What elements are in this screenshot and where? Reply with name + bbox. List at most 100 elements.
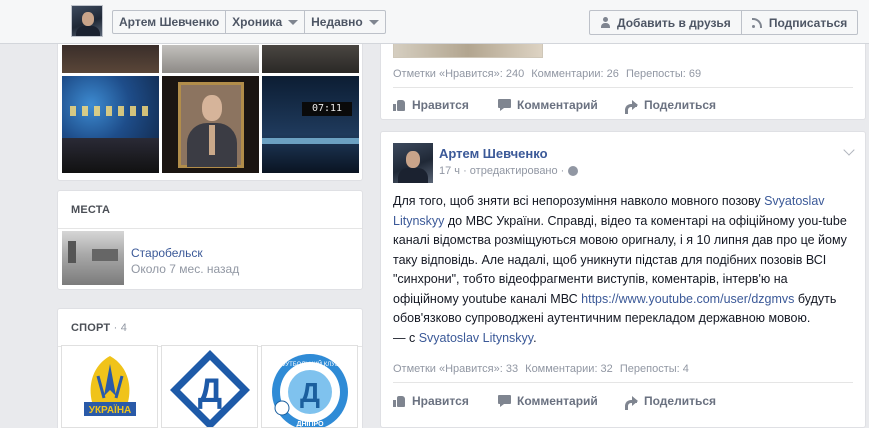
add-friend-label: Добавить в друзья (617, 15, 731, 30)
departure-board: 07:11 (302, 102, 352, 116)
club-ring-text: ФУТБОЛЬНИЙ КЛУБ (281, 360, 339, 368)
like-label: Нравится (412, 98, 469, 112)
profile-avatar[interactable] (71, 5, 103, 37)
comment-button[interactable]: Комментарий (498, 98, 625, 112)
likes-count-link[interactable]: Отметки «Нравится»: 33 (393, 363, 518, 375)
building-shape (68, 241, 76, 263)
portrait-frame (178, 82, 244, 168)
avatar-face (82, 12, 94, 26)
sport-heading: СПОРТ · 4 (58, 309, 362, 347)
avatar-suit (398, 168, 428, 183)
timeline-label: Хроника (232, 15, 283, 29)
comment-icon (498, 99, 511, 111)
dynamo-letter: Д (198, 372, 222, 410)
portrait-tie (209, 125, 215, 155)
globe-icon (568, 166, 579, 176)
comments-count-link[interactable]: Комментарии: 32 (525, 363, 613, 375)
sport-title: СПОРТ (71, 322, 111, 334)
share-button[interactable]: Поделиться (625, 394, 717, 410)
likes-count-link[interactable]: Отметки «Нравится»: 240 (393, 68, 524, 80)
sport-logo-dynamo[interactable]: Д (161, 345, 258, 428)
portrait-head (202, 95, 222, 121)
photo-thumbnail-portrait[interactable] (162, 76, 259, 173)
post-text: Для того, щоб зняти всі непорозуміння на… (393, 192, 853, 348)
place-time: Около 7 мес. назад (131, 262, 240, 276)
post-stats: Отметки «Нравится»: 240 Комментарии: 26 … (393, 68, 705, 80)
post-text-part: Для того, щоб зняти всі непорозуміння на… (393, 194, 765, 208)
shares-count-link[interactable]: Перепосты: 69 (626, 68, 701, 80)
ukraina-text: УКРАЇНА (89, 403, 132, 416)
rss-icon (751, 17, 763, 28)
shares-count-link[interactable]: Перепосты: 4 (620, 363, 689, 375)
like-button[interactable]: Нравится (393, 98, 498, 112)
post-timestamp[interactable]: 17 ч · отредактировано · (439, 165, 564, 177)
avatar-suit (76, 26, 100, 36)
profile-sticky-header: Артем Шевченко Хроника Недавно Добавить … (0, 0, 869, 44)
author-name-link[interactable]: Артем Шевченко (439, 146, 548, 161)
profile-name: Артем Шевченко (119, 15, 220, 29)
road (62, 138, 159, 173)
recent-dropdown[interactable]: Недавно (305, 11, 385, 33)
avatar-face (406, 151, 420, 168)
platform-stripe (262, 138, 359, 144)
chevron-down-icon (368, 19, 379, 25)
youtube-link[interactable]: https://www.youtube.com/user/dzgmvs (581, 292, 794, 306)
comment-button[interactable]: Комментарий (498, 394, 625, 408)
sport-logo-dnipro[interactable]: ФУТБОЛЬНИЙ КЛУБ Д ДНІПРО (261, 345, 358, 428)
like-button[interactable]: Нравится (393, 394, 498, 408)
profile-actions: Добавить в друзья Подписаться (589, 10, 859, 35)
places-card: МЕСТА Старобельск Около 7 мес. назад (57, 190, 363, 290)
divider (393, 382, 853, 383)
recent-label: Недавно (311, 15, 363, 29)
subscribe-label: Подписаться (768, 15, 848, 30)
like-label: Нравится (412, 394, 469, 408)
dnipro-football-club-icon: ФУТБОЛЬНИЙ КЛУБ Д ДНІПРО (272, 354, 348, 428)
comment-label: Комментарий (517, 98, 598, 112)
post-card: Артем Шевченко 17 ч · отредактировано · … (380, 131, 866, 428)
comments-count-link[interactable]: Комментарии: 26 (531, 68, 619, 80)
photo-thumbnail-station[interactable]: 07:11 (262, 76, 359, 173)
place-thumbnail[interactable] (62, 231, 124, 285)
share-label: Поделиться (644, 98, 717, 112)
photo-thumbnail[interactable] (62, 45, 159, 73)
comment-icon (498, 395, 511, 407)
post-image-caption-area (547, 43, 857, 58)
building-shape (92, 249, 118, 261)
share-icon (625, 99, 638, 114)
ukraina-crest-icon: УКРАЇНА (84, 356, 136, 416)
post-stats: Отметки «Нравится»: 33 Комментарии: 32 П… (393, 363, 693, 375)
post-image[interactable] (393, 43, 543, 58)
dnipro-letter: Д (300, 377, 320, 408)
photo-thumbnail-night-street[interactable] (62, 76, 159, 173)
thumbs-up-icon (393, 395, 406, 407)
subscribe-button[interactable]: Подписаться (742, 11, 857, 34)
comment-label: Комментарий (517, 394, 598, 408)
chevron-down-icon[interactable] (843, 144, 855, 156)
place-name-link[interactable]: Старобельск (131, 246, 203, 260)
dynamo-logo-icon: Д (170, 350, 250, 427)
street-lights (70, 106, 150, 116)
post-actions: Нравится Комментарий Поделиться (393, 394, 717, 410)
chevron-down-icon (288, 19, 299, 25)
with-suffix: . (533, 330, 537, 345)
sport-logo-ukraina[interactable]: УКРАЇНА (61, 345, 158, 428)
author-avatar[interactable] (393, 143, 433, 183)
with-prefix: — с (393, 330, 419, 345)
sport-count: · 4 (113, 322, 128, 334)
places-heading: МЕСТА (58, 191, 362, 229)
thumbs-up-icon (393, 99, 406, 111)
tagged-user-link[interactable]: Svyatoslav Litynskyy (419, 331, 533, 345)
add-friend-button[interactable]: Добавить в друзья (590, 11, 742, 34)
post-meta: 17 ч · отредактировано · (439, 165, 579, 177)
divider (393, 87, 853, 88)
photo-thumbnail[interactable] (162, 45, 259, 73)
photo-thumbnail[interactable] (262, 45, 359, 73)
timeline-dropdown[interactable]: Хроника (226, 11, 306, 33)
dnipro-name: ДНІПРО (296, 421, 324, 428)
profile-name-button[interactable]: Артем Шевченко (113, 11, 227, 33)
post-actions: Нравится Комментарий Поделиться (393, 98, 717, 114)
share-button[interactable]: Поделиться (625, 98, 717, 114)
share-icon (625, 395, 638, 410)
share-label: Поделиться (644, 394, 717, 408)
profile-nav: Артем Шевченко Хроника Недавно (112, 10, 386, 34)
